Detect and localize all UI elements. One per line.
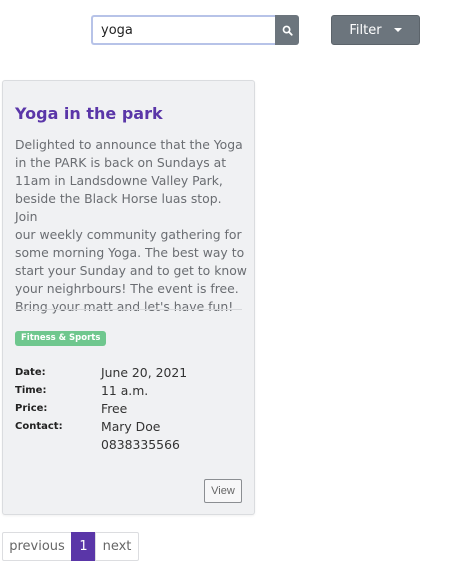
contact-phone: 0838335566 (101, 437, 180, 452)
caret-down-icon (393, 28, 402, 32)
card-divider (15, 309, 242, 310)
description-line: in the PARK is back on Sundays at (15, 155, 227, 170)
view-button[interactable]: View (204, 479, 242, 503)
event-title: Yoga in the park (15, 104, 163, 123)
description-line: your neighrbours! The event is free. (15, 281, 239, 296)
description-line: Delighted to announce that the Yoga (15, 137, 243, 152)
filter-button[interactable]: Filter (331, 15, 420, 45)
contact-name: Mary Doe (101, 419, 161, 434)
description-line: beside the Black Horse luas stop. Join (15, 191, 222, 224)
price-value: Free (101, 401, 128, 416)
event-card: Yoga in the park Delighted to announce t… (2, 80, 255, 515)
description-line: Bring your matt and let's have fun! (15, 299, 234, 314)
description-line: 11am in Landsdowne Valley Park, (15, 173, 223, 188)
contact-row: Contact: Mary Doe 0838335566 (15, 418, 245, 454)
date-row: Date: June 20, 2021 (15, 364, 245, 382)
time-row: Time: 11 a.m. (15, 382, 245, 400)
search-input[interactable] (91, 15, 275, 45)
time-label: Time: (15, 385, 47, 396)
category-badge: Fitness & Sports (15, 331, 107, 346)
time-value: 11 a.m. (101, 383, 149, 398)
search-button[interactable] (275, 15, 299, 45)
page-1-button[interactable]: 1 (71, 532, 96, 561)
price-label: Price: (15, 403, 48, 414)
previous-page-button[interactable]: previous (2, 532, 72, 561)
contact-value: Mary Doe 0838335566 (101, 418, 180, 454)
search-icon (282, 25, 293, 36)
event-details: Date: June 20, 2021 Time: 11 a.m. Price:… (15, 364, 245, 454)
event-description: Delighted to announce that the Yoga in t… (15, 136, 247, 316)
date-label: Date: (15, 367, 46, 378)
price-row: Price: Free (15, 400, 245, 418)
filter-label: Filter (349, 22, 382, 38)
description-line: start your Sunday and to get to know (15, 263, 247, 278)
search-bar (91, 15, 299, 45)
pagination: previous 1 next (2, 532, 139, 561)
contact-label: Contact: (15, 421, 63, 432)
description-line: our weekly community gathering for (15, 227, 242, 242)
description-line: some morning Yoga. The best way to (15, 245, 245, 260)
next-page-button[interactable]: next (95, 532, 139, 561)
date-value: June 20, 2021 (101, 365, 188, 380)
